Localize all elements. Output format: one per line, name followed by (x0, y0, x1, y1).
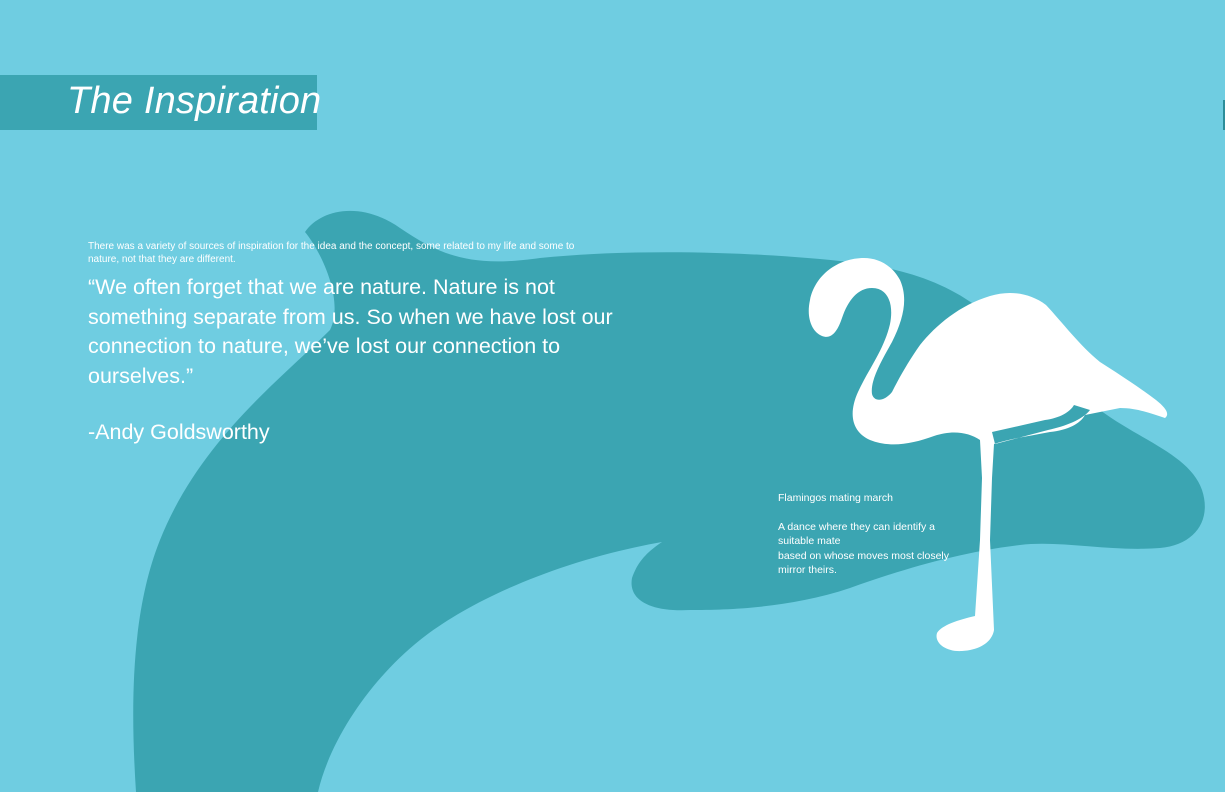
caption-line-2: based on whose moves most closely mirror… (778, 549, 949, 576)
caption-body: A dance where they can identify a suitab… (778, 520, 953, 577)
quote-text: “We often forget that we are nature. Nat… (88, 275, 613, 388)
intro-text: There was a variety of sources of inspir… (88, 241, 575, 265)
caption-line-1: A dance where they can identify a suitab… (778, 521, 936, 548)
caption-title: Flamingos mating march (778, 492, 893, 504)
page-title: The Inspiration (67, 80, 322, 122)
quote-author: -Andy Goldsworthy (88, 420, 270, 444)
